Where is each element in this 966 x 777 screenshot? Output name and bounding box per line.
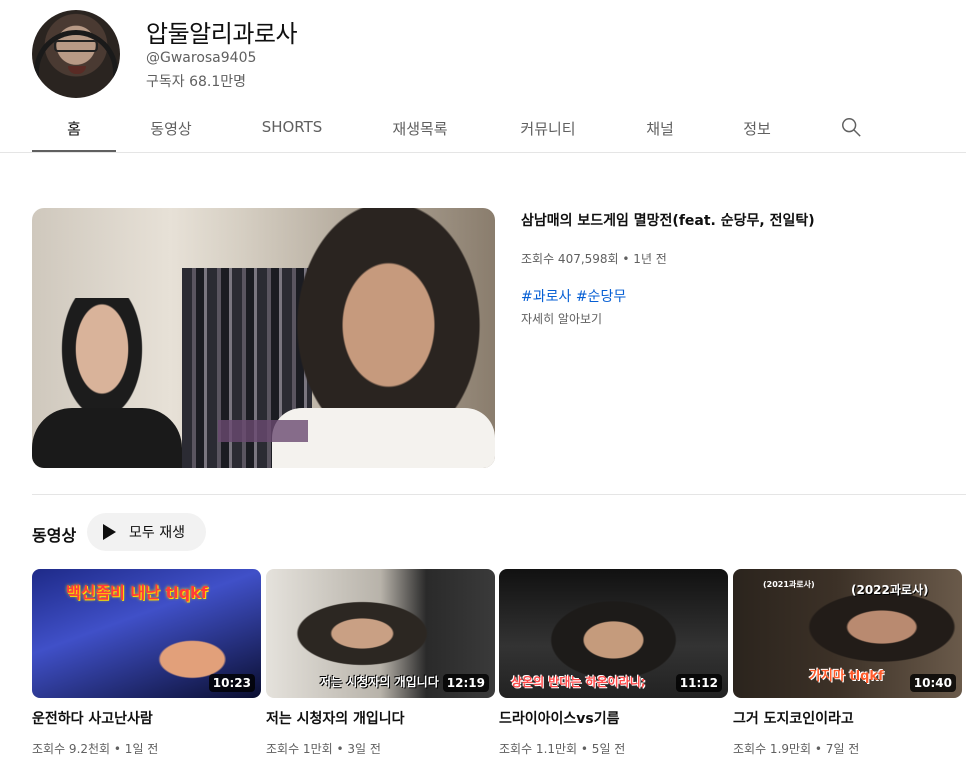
video-duration: 10:23 (208, 674, 255, 692)
video-meta: 조회수 1만회 • 3일 전 (266, 742, 381, 756)
video-thumbnail[interactable]: (2021과로사) (2022과로사) 가지마 tlqkf 10:40 (733, 569, 962, 698)
section-divider (32, 494, 966, 495)
thumbnail-body-left (32, 408, 182, 468)
video-title[interactable]: 드라이아이스vs기름 (499, 708, 728, 728)
tab-channels[interactable]: 채널 (614, 108, 706, 152)
featured-video-title[interactable]: 삼남매의 보드게임 멸망전(feat. 순당무, 전일탁) (521, 210, 815, 230)
tab-shorts[interactable]: SHORTS (226, 108, 358, 152)
featured-video-thumbnail[interactable] (32, 208, 495, 468)
video-thumbnail[interactable]: 저는 시청자의 개입니다 12:19 (266, 569, 495, 698)
video-thumbnail[interactable]: 백신좀비 내난 tlqkf 10:23 (32, 569, 261, 698)
subscriber-count: 구독자 68.1만명 (146, 74, 247, 90)
channel-name: 압둘알리과로사 (146, 20, 298, 48)
tab-videos[interactable]: 동영상 (116, 108, 226, 152)
video-meta: 조회수 1.1만회 • 5일 전 (499, 742, 626, 756)
channel-avatar[interactable] (32, 10, 120, 98)
tab-home[interactable]: 홈 (32, 108, 116, 153)
thumbnail-caption: 상온의 반대는 하온이라니; (511, 675, 646, 689)
thumbnail-caption: 가지마 tlqkf (809, 669, 884, 684)
play-icon (103, 524, 116, 540)
video-card[interactable]: (2021과로사) (2022과로사) 가지마 tlqkf 10:40 그거 도… (733, 569, 962, 757)
video-duration: 11:12 (675, 674, 722, 692)
video-card[interactable]: 상온의 반대는 하온이라니; 11:12 드라이아이스vs기름 조회수 1.1만… (499, 569, 728, 757)
thumbnail-caption-left: (2021과로사) (763, 580, 815, 589)
video-meta: 조회수 9.2천회 • 1일 전 (32, 742, 159, 756)
channel-handle: @Gwarosa9405 (146, 50, 257, 66)
videos-section-title[interactable]: 동영상 (32, 522, 76, 546)
blurred-caption (218, 420, 308, 442)
hashtag-link[interactable]: #순당무 (576, 289, 626, 305)
video-title[interactable]: 운전하다 사고난사람 (32, 708, 261, 728)
thumbnail-caption-right: (2022과로사) (851, 583, 929, 597)
search-icon[interactable] (840, 116, 862, 138)
video-meta: 조회수 1.9만회 • 7일 전 (733, 742, 860, 756)
video-duration: 10:40 (909, 674, 956, 692)
video-thumbnail[interactable]: 상온의 반대는 하온이라니; 11:12 (499, 569, 728, 698)
video-card[interactable]: 백신좀비 내난 tlqkf 10:23 운전하다 사고난사람 조회수 9.2천회… (32, 569, 261, 757)
featured-video-meta: 조회수 407,598회 • 1년 전 (521, 252, 667, 266)
video-title[interactable]: 그거 도지코인이라고 (733, 708, 962, 728)
video-title[interactable]: 저는 시청자의 개입니다 (266, 708, 495, 728)
thumbnail-caption: 저는 시청자의 개입니다 (320, 675, 439, 689)
channel-tabs: 홈 동영상 SHORTS 재생목록 커뮤니티 채널 정보 (32, 108, 808, 153)
avatar-glasses (54, 40, 98, 52)
tabs-divider (0, 152, 966, 153)
play-all-label: 모두 재생 (129, 525, 185, 541)
thumbnail-caption: 백신좀비 내난 tlqkf (66, 583, 208, 602)
learn-more-link[interactable]: 자세히 알아보기 (521, 310, 602, 327)
tab-about[interactable]: 정보 (706, 108, 808, 152)
featured-hashtags: #과로사 #순당무 (521, 286, 626, 306)
play-all-button[interactable]: 모두 재생 (87, 513, 206, 551)
tab-playlists[interactable]: 재생목록 (358, 108, 482, 152)
tab-community[interactable]: 커뮤니티 (482, 108, 614, 152)
video-card[interactable]: 저는 시청자의 개입니다 12:19 저는 시청자의 개입니다 조회수 1만회 … (266, 569, 495, 757)
video-duration: 12:19 (442, 674, 489, 692)
hashtag-link[interactable]: #과로사 (521, 289, 571, 305)
